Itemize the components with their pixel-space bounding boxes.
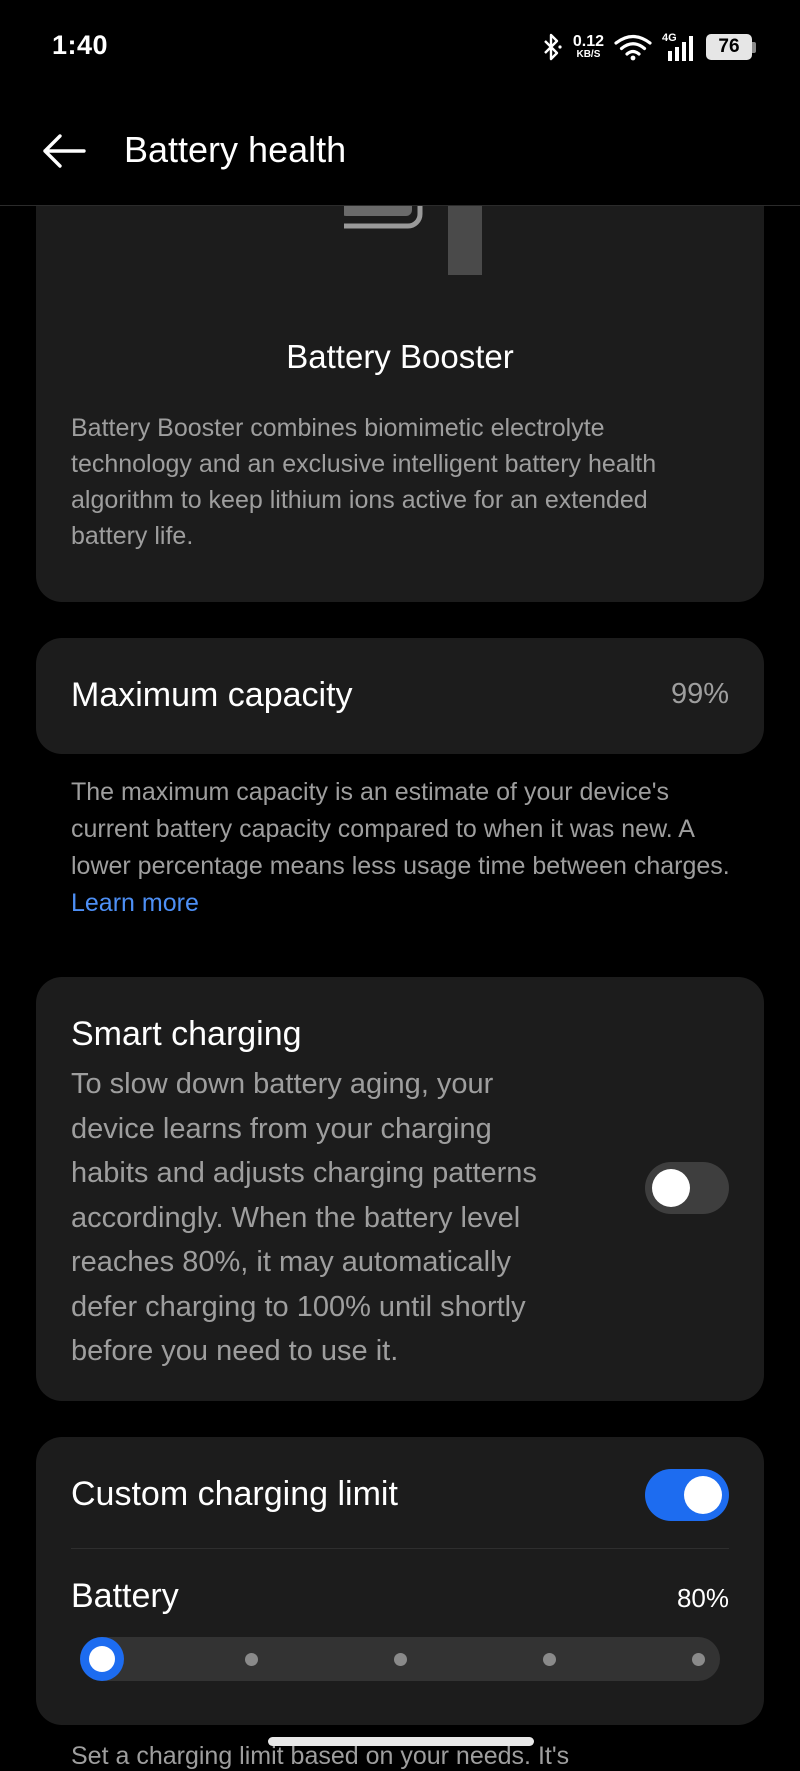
wifi-icon bbox=[614, 34, 652, 61]
battery-indicator: 76 bbox=[706, 34, 756, 60]
charging-limit-footnote: Set a charging limit based on your needs… bbox=[71, 1742, 570, 1770]
app-bar: Battery health bbox=[0, 95, 800, 206]
max-capacity-value: 99% bbox=[670, 678, 729, 710]
max-capacity-description: The maximum capacity is an estimate of y… bbox=[71, 774, 731, 922]
net-speed-value: 0.12 bbox=[572, 33, 604, 50]
booster-title: Battery Booster bbox=[286, 338, 514, 375]
net-speed-unit: KB/S bbox=[576, 49, 601, 60]
max-capacity-label: Maximum capacity bbox=[71, 676, 353, 714]
back-arrow-icon bbox=[43, 134, 86, 168]
status-bar: 1:40 0.12 KB/S 4G 76 bbox=[0, 0, 800, 95]
custom-charging-limit-toggle[interactable] bbox=[645, 1469, 729, 1521]
status-icons: 0.12 KB/S 4G 76 bbox=[541, 30, 756, 64]
charging-limit-slider[interactable] bbox=[80, 1637, 720, 1681]
booster-description: Battery Booster combines biomimetic elec… bbox=[71, 414, 657, 550]
toggle-knob bbox=[684, 1476, 722, 1514]
bluetooth-icon bbox=[544, 33, 562, 61]
slider-step-dot bbox=[691, 1653, 705, 1666]
battery-limit-value: 80% bbox=[676, 1583, 729, 1613]
maximum-capacity-card: Maximum capacity 99% bbox=[36, 638, 764, 754]
smart-charging-toggle[interactable] bbox=[645, 1162, 729, 1214]
toggle-knob bbox=[652, 1169, 690, 1207]
slider-step-dot bbox=[244, 1653, 258, 1666]
status-time: 1:40 bbox=[52, 30, 109, 60]
max-capacity-description-text: The maximum capacity is an estimate of y… bbox=[71, 778, 730, 880]
signal-icon bbox=[668, 36, 693, 61]
page-title: Battery health bbox=[124, 129, 347, 170]
battery-limit-label: Battery bbox=[71, 1577, 179, 1615]
smart-charging-card[interactable]: Smart charging To slow down battery agin… bbox=[36, 977, 764, 1401]
custom-charging-limit-label: Custom charging limit bbox=[71, 1475, 398, 1513]
back-button[interactable] bbox=[36, 123, 92, 179]
cellular-signal: 4G bbox=[662, 32, 696, 62]
divider bbox=[71, 1548, 729, 1549]
learn-more-link[interactable]: Learn more bbox=[71, 889, 199, 917]
custom-charging-limit-card: Custom charging limit Battery 80% bbox=[36, 1437, 764, 1725]
slider-thumb[interactable] bbox=[80, 1637, 124, 1681]
home-indicator[interactable] bbox=[268, 1737, 534, 1746]
slider-step-dot bbox=[542, 1653, 556, 1666]
battery-tip bbox=[752, 41, 756, 53]
smart-charging-title: Smart charging bbox=[71, 1015, 302, 1053]
smart-charging-description: To slow down battery aging, your device … bbox=[71, 1068, 537, 1367]
net-speed: 0.12 KB/S bbox=[573, 34, 604, 60]
slider-step-dot bbox=[393, 1653, 407, 1666]
battery-booster-card: Battery Booster Battery Booster combines… bbox=[36, 170, 764, 602]
battery-level: 76 bbox=[706, 34, 752, 60]
